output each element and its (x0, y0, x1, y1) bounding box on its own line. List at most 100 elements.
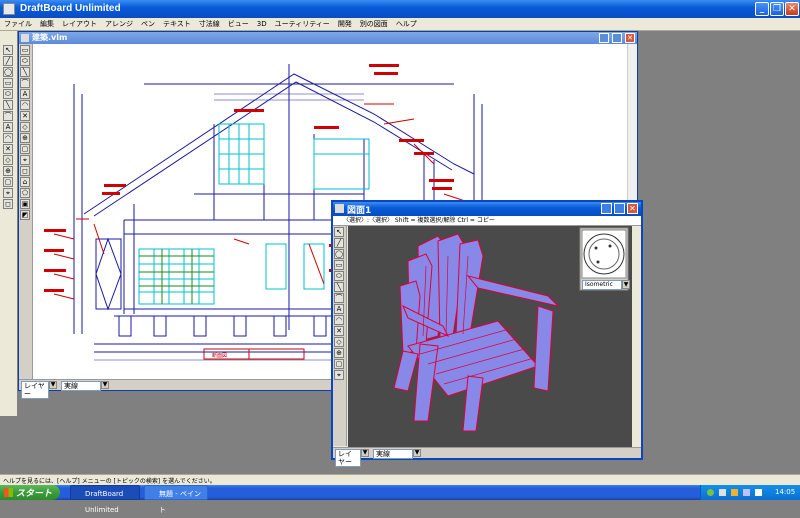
tool-button[interactable]: ╱ (3, 56, 13, 66)
tool-button[interactable]: ⊕ (20, 133, 30, 143)
tool-button[interactable]: ▢ (3, 177, 13, 187)
doc-right-icon (335, 204, 344, 213)
menu-item[interactable]: ヘルプ (392, 18, 421, 31)
menu-item[interactable]: 編集 (36, 18, 58, 31)
tool-button[interactable]: ▢ (334, 359, 344, 369)
view-mode-selector[interactable]: Isometric (582, 280, 622, 290)
tool-button[interactable]: ↖ (3, 45, 13, 55)
document-window-right: 図面1 ✕ 〈選択〉:〈選択〉 Shift = 複数選択/解除 Ctrl = コ… (331, 200, 643, 467)
view-mode-dropdown[interactable]: ▼ (622, 280, 630, 289)
tool-button[interactable]: ⌒ (3, 111, 13, 121)
tool-button[interactable]: ▭ (20, 45, 30, 55)
tray-icon-2[interactable] (719, 489, 726, 496)
tool-button[interactable]: ⬭ (334, 271, 344, 281)
tool-button[interactable]: ╱ (334, 238, 344, 248)
tool-button[interactable]: ◇ (20, 122, 30, 132)
start-button[interactable]: スタート (0, 485, 60, 500)
app-title-bar[interactable]: DraftBoard Unlimited _ ❐ ✕ (0, 0, 800, 18)
menu-item[interactable]: 寸法線 (195, 18, 224, 31)
tool-button[interactable]: ⊕ (3, 166, 13, 176)
line-style-dropdown-right[interactable]: ▼ (413, 449, 421, 457)
tool-button[interactable]: ◯ (334, 249, 344, 259)
line-style-selector-right[interactable]: 実線 (373, 449, 413, 459)
chair-3d-viewport[interactable] (348, 226, 632, 448)
layer-dropdown-left[interactable]: ▼ (49, 381, 57, 389)
doc-left-close-button[interactable]: ✕ (625, 33, 635, 43)
tool-button[interactable]: ✕ (20, 111, 30, 121)
tool-button[interactable]: ↖ (334, 227, 344, 237)
tray-icon-1[interactable] (707, 489, 714, 496)
doc-right-bottom-bar: レイヤー ▼ 実線 ▼ (333, 447, 641, 467)
doc-left-maximize-button[interactable] (612, 33, 622, 43)
line-style-dropdown-left[interactable]: ▼ (101, 381, 109, 389)
doc-right-title-bar[interactable]: 図面1 ✕ (333, 202, 641, 216)
tool-button[interactable]: ⬠ (20, 188, 30, 198)
tool-button[interactable]: ⌖ (20, 155, 30, 165)
tool-button[interactable]: ⬭ (3, 89, 13, 99)
menu-item[interactable]: ユーティリティー (271, 18, 334, 31)
menu-item[interactable]: ビュー (224, 18, 253, 31)
tool-button[interactable]: ◩ (20, 210, 30, 220)
doc-right-toolbox: ↖ ╱ ◯ ▭ ⬭ ╲ ⌒ A ◠ ✕ ◇ ⊕ ▢ ⌖ (333, 226, 347, 446)
tool-button[interactable]: ╲ (334, 282, 344, 292)
tool-button[interactable]: ⌒ (20, 78, 30, 88)
tool-button[interactable]: ◇ (3, 155, 13, 165)
tool-button[interactable]: ▢ (20, 144, 30, 154)
tool-button[interactable]: ✕ (3, 144, 13, 154)
doc-left-title: 建築.vlm (32, 33, 68, 42)
tool-button[interactable]: ▭ (334, 260, 344, 270)
task-draftboard[interactable]: DraftBoard Unlimited (70, 485, 140, 514)
doc-right-maximize-button[interactable] (614, 203, 625, 214)
task-draftboard-label: DraftBoard Unlimited (85, 490, 124, 514)
tool-button[interactable]: ◻ (20, 166, 30, 176)
tool-button[interactable]: ◇ (334, 337, 344, 347)
layer-dropdown-right[interactable]: ▼ (361, 449, 369, 457)
tool-button[interactable]: ◯ (3, 67, 13, 77)
tool-button[interactable]: ✕ (334, 326, 344, 336)
tool-button[interactable]: A (20, 89, 30, 99)
tool-button[interactable]: ╲ (3, 100, 13, 110)
tool-button[interactable]: ⌖ (334, 370, 344, 380)
restore-button[interactable]: ❐ (770, 2, 784, 16)
menu-item[interactable]: レイアウト (58, 18, 101, 31)
doc-left-icon (21, 34, 29, 42)
close-button[interactable]: ✕ (785, 2, 799, 16)
doc-left-title-bar[interactable]: 建築.vlm ✕ (19, 32, 637, 44)
tool-button[interactable]: ▭ (3, 78, 13, 88)
layer-selector-right[interactable]: レイヤー (335, 449, 361, 467)
layer-selector-left[interactable]: レイヤー (21, 381, 49, 399)
menu-item[interactable]: アレンジ (101, 18, 137, 31)
tool-button[interactable]: ▣ (20, 199, 30, 209)
doc-left-minimize-button[interactable] (599, 33, 609, 43)
menu-item[interactable]: 3D (253, 18, 271, 31)
line-style-selector-left[interactable]: 実線 (61, 381, 101, 391)
clock: 14:05 (775, 488, 796, 496)
tool-button[interactable]: ⌒ (334, 293, 344, 303)
system-tray: 14:05 (700, 485, 800, 500)
doc-right-minimize-button[interactable] (601, 203, 612, 214)
tool-button[interactable]: ⊕ (334, 348, 344, 358)
tool-button[interactable]: ◻ (3, 199, 13, 209)
minimize-button[interactable]: _ (755, 2, 769, 16)
tray-icon-3[interactable] (731, 489, 738, 496)
menu-item[interactable]: 開発 (334, 18, 356, 31)
tool-button[interactable]: ⌂ (20, 177, 30, 187)
windows-logo-icon (4, 488, 13, 497)
tool-button[interactable]: A (3, 122, 13, 132)
menu-item[interactable]: ペン (137, 18, 159, 31)
title-block-label: 断面図 (212, 352, 227, 359)
tool-button[interactable]: ◠ (334, 315, 344, 325)
tool-button[interactable]: A (334, 304, 344, 314)
tray-icon-5[interactable] (755, 489, 762, 496)
tool-button[interactable]: ◠ (20, 100, 30, 110)
tool-button[interactable]: ⬭ (20, 56, 30, 66)
menu-item[interactable]: テキスト (159, 18, 195, 31)
tool-button[interactable]: ⌖ (3, 188, 13, 198)
tool-button[interactable]: ◠ (3, 133, 13, 143)
doc-right-close-button[interactable]: ✕ (627, 203, 638, 214)
tray-icon-4[interactable] (743, 489, 750, 496)
tool-button[interactable]: ╲ (20, 67, 30, 77)
menu-item[interactable]: 別の図面 (356, 18, 392, 31)
task-paint[interactable]: 無題 - ペイント (144, 485, 208, 514)
menu-item[interactable]: ファイル (0, 18, 36, 31)
